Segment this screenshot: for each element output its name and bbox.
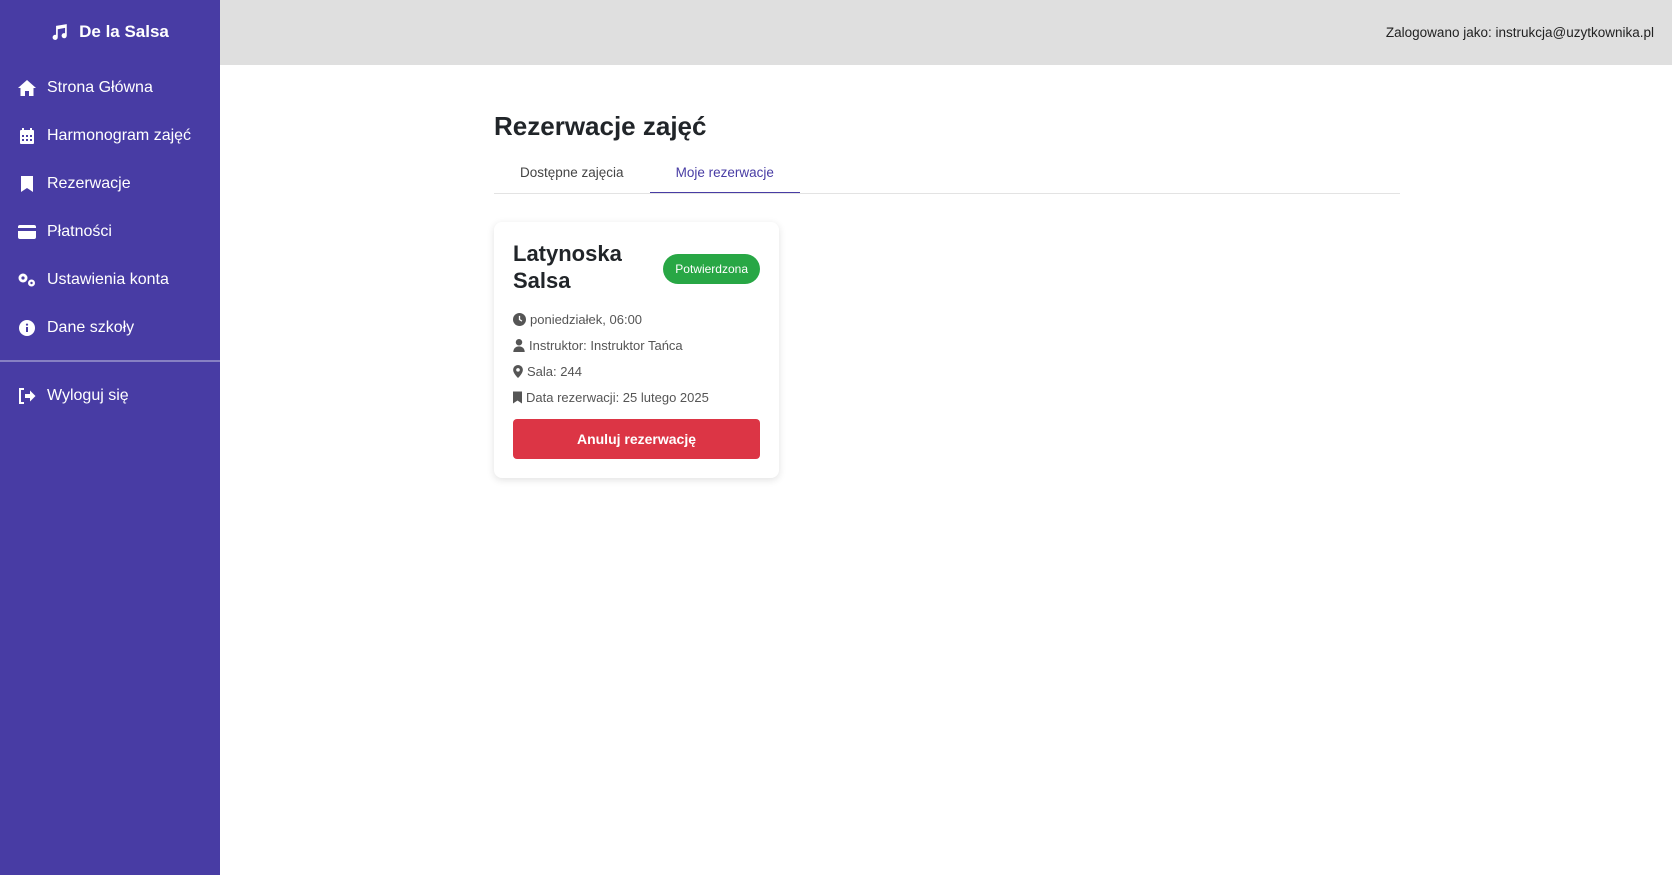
gears-icon [17,270,37,290]
reservation-date-text: Data rezerwacji: 25 lutego 2025 [526,389,709,405]
sidebar-item-school-info[interactable]: Dane szkoły [0,304,220,352]
brand[interactable]: De la Salsa [0,0,220,64]
brand-name: De la Salsa [79,22,169,41]
sidebar-divider [0,360,220,362]
sidebar-item-label: Harmonogram zajęć [47,127,192,144]
clock-icon [513,312,526,326]
reservation-date: Data rezerwacji: 25 lutego 2025 [513,384,760,410]
music-note-icon [52,24,67,40]
class-time: poniedziałek, 06:00 [513,306,760,332]
class-room: Sala: 244 [513,358,760,384]
sidebar: De la Salsa Strona Główna Harmonogram za… [0,0,220,875]
main-content: Rezerwacje zajęć Dostępne zajęcia Moje r… [494,108,1400,478]
calendar-icon [17,126,37,146]
sidebar-item-reservations[interactable]: Rezerwacje [0,160,220,208]
sidebar-item-label: Płatności [47,223,112,240]
sidebar-item-label: Wyloguj się [47,387,129,404]
class-title: Latynoska Salsa [513,241,622,293]
tabs: Dostępne zajęcia Moje rezerwacje [494,154,1400,194]
cancel-reservation-button[interactable]: Anuluj rezerwację [513,419,760,459]
sidebar-item-label: Strona Główna [47,79,153,96]
tab-my-reservations[interactable]: Moje rezerwacje [649,154,800,193]
class-time-text: poniedziałek, 06:00 [530,311,643,327]
bookmark-icon [513,391,522,403]
home-icon [17,78,37,98]
class-room-text: Sala: 244 [527,363,582,379]
map-marker-icon [513,364,523,378]
info-icon [17,318,37,338]
sidebar-item-label: Ustawienia konta [47,271,169,288]
user-icon [513,338,525,352]
tab-available-classes[interactable]: Dostępne zajęcia [494,154,650,193]
page-title: Rezerwacje zajęć [494,111,707,141]
class-instructor: Instruktor: Instruktor Tańca [513,332,760,358]
reservation-card: Latynoska Salsa Potwierdzona poniedziałe… [494,222,779,478]
sign-out-icon [17,386,37,406]
sidebar-item-logout[interactable]: Wyloguj się [0,372,220,420]
sidebar-item-label: Rezerwacje [47,175,131,192]
sidebar-item-payments[interactable]: Płatności [0,208,220,256]
sidebar-item-home[interactable]: Strona Główna [0,64,220,112]
sidebar-item-account-settings[interactable]: Ustawienia konta [0,256,220,304]
logged-in-user: Zalogowano jako: instrukcja@uzytkownika.… [1385,25,1654,40]
bookmark-icon [17,174,37,194]
sidebar-item-label: Dane szkoły [47,319,135,336]
credit-card-icon [17,222,37,242]
class-instructor-text: Instruktor: Instruktor Tańca [529,337,683,353]
sidebar-item-schedule[interactable]: Harmonogram zajęć [0,112,220,160]
status-badge: Potwierdzona [663,254,760,284]
topbar: Zalogowano jako: instrukcja@uzytkownika.… [220,0,1672,65]
